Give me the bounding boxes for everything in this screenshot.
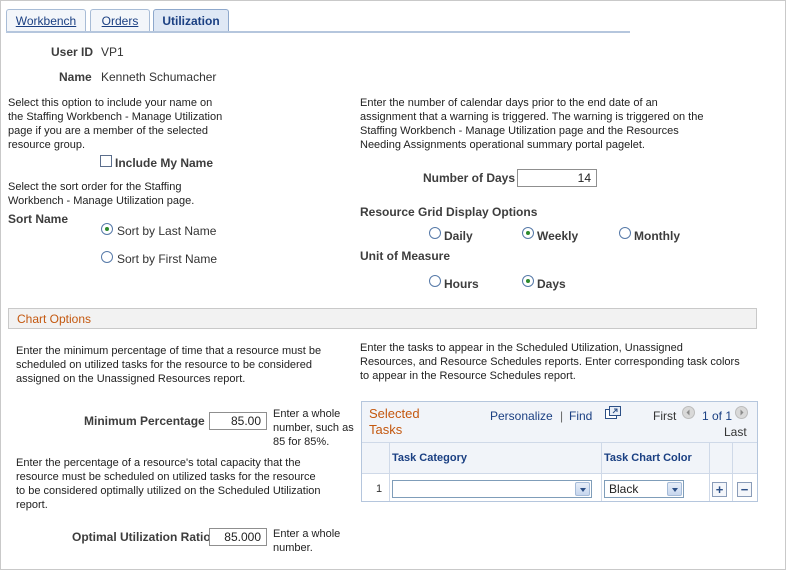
range-text: 1 of 1 xyxy=(702,409,733,423)
days-help: Enter the number of calendar days prior … xyxy=(360,97,704,151)
chart-options-header: Chart Options xyxy=(8,308,757,329)
next-icon[interactable] xyxy=(735,406,748,419)
personalize-link[interactable]: Personalize xyxy=(490,409,553,423)
sort-first-name-radio[interactable] xyxy=(101,251,113,263)
delete-row-icon[interactable]: − xyxy=(737,482,752,497)
weekly-label: Weekly xyxy=(537,229,579,243)
min-pct-hint: Enter a whole number, such as 85 for 85%… xyxy=(273,408,354,448)
tab-utilization[interactable]: Utilization xyxy=(153,9,229,32)
weekly-radio[interactable] xyxy=(522,227,534,239)
sort-help: Select the sort order for the Staffing W… xyxy=(8,181,195,207)
daily-radio[interactable] xyxy=(429,227,441,239)
min-pct-label: Minimum Percentage xyxy=(84,414,205,428)
row-number: 1 xyxy=(376,483,383,495)
monthly-radio[interactable] xyxy=(619,227,631,239)
daily-label: Daily xyxy=(444,229,473,243)
tab-orders[interactable]: Orders xyxy=(90,9,150,31)
tab-label: Orders xyxy=(101,13,139,28)
number-of-days-input[interactable]: 14 xyxy=(517,169,597,187)
find-link[interactable]: Find xyxy=(569,409,592,423)
tab-workbench[interactable]: Workbench xyxy=(6,9,86,31)
tab-underline xyxy=(6,31,630,33)
opt-help: Enter the percentage of a resource's tot… xyxy=(16,457,321,511)
sort-name-label: Sort Name xyxy=(8,212,69,226)
tab-label: Workbench xyxy=(15,13,77,28)
view-all-icon[interactable] xyxy=(605,406,621,419)
sort-first-name-label: Sort by First Name xyxy=(117,252,218,266)
min-pct-help: Enter the minimum percentage of time tha… xyxy=(16,345,322,385)
name-value: Kenneth Schumacher xyxy=(101,70,217,84)
user-id-label: User ID xyxy=(51,45,94,59)
col-divider xyxy=(601,442,602,501)
col-divider xyxy=(709,442,710,501)
include-my-name-label: Include My Name xyxy=(115,156,214,170)
include-my-name-checkbox[interactable] xyxy=(100,155,112,167)
monthly-label: Monthly xyxy=(634,229,680,243)
tab-label: Utilization xyxy=(162,14,220,28)
sort-last-name-label: Sort by Last Name xyxy=(117,224,217,238)
include-name-help: Select this option to include your name … xyxy=(8,97,223,151)
days-radio[interactable] xyxy=(522,275,534,287)
col-divider xyxy=(389,442,390,501)
task-color-select[interactable]: Black xyxy=(604,480,684,498)
grid-title: Selected Tasks xyxy=(369,406,420,437)
grid-header: Selected Tasks Personalize | Find First … xyxy=(362,402,757,442)
grid-display-label: Resource Grid Display Options xyxy=(360,205,538,219)
selected-tasks-grid: Selected Tasks Personalize | Find First … xyxy=(361,401,758,502)
opt-util-hint: Enter a whole number. xyxy=(273,528,341,554)
chevron-down-icon xyxy=(575,482,590,496)
opt-util-label: Optimal Utilization Ratio xyxy=(72,530,211,544)
last-label: Last xyxy=(724,425,747,439)
hours-label: Hours xyxy=(444,277,479,291)
sort-last-name-radio[interactable] xyxy=(101,223,113,235)
prev-icon[interactable] xyxy=(682,406,695,419)
number-of-days-label: Number of Days xyxy=(423,171,516,185)
first-label: First xyxy=(653,409,677,423)
hours-radio[interactable] xyxy=(429,275,441,287)
user-id-value: VP1 xyxy=(101,45,124,59)
col-task-chart-color[interactable]: Task Chart Color xyxy=(604,452,692,464)
col-divider xyxy=(732,442,733,501)
opt-util-input[interactable]: 85.000 xyxy=(209,528,267,546)
tasks-help: Enter the tasks to appear in the Schedul… xyxy=(360,342,740,382)
col-task-category[interactable]: Task Category xyxy=(392,452,467,464)
section-title: Chart Options xyxy=(17,312,92,326)
name-label: Name xyxy=(59,70,92,84)
task-color-value: Black xyxy=(609,482,639,496)
link-separator: | xyxy=(560,409,564,423)
add-row-icon[interactable]: + xyxy=(712,482,727,497)
task-category-select[interactable] xyxy=(392,480,592,498)
uom-label: Unit of Measure xyxy=(360,249,451,263)
min-pct-input[interactable]: 85.00 xyxy=(209,412,267,430)
chevron-down-icon xyxy=(667,482,682,496)
days-label: Days xyxy=(537,277,566,291)
